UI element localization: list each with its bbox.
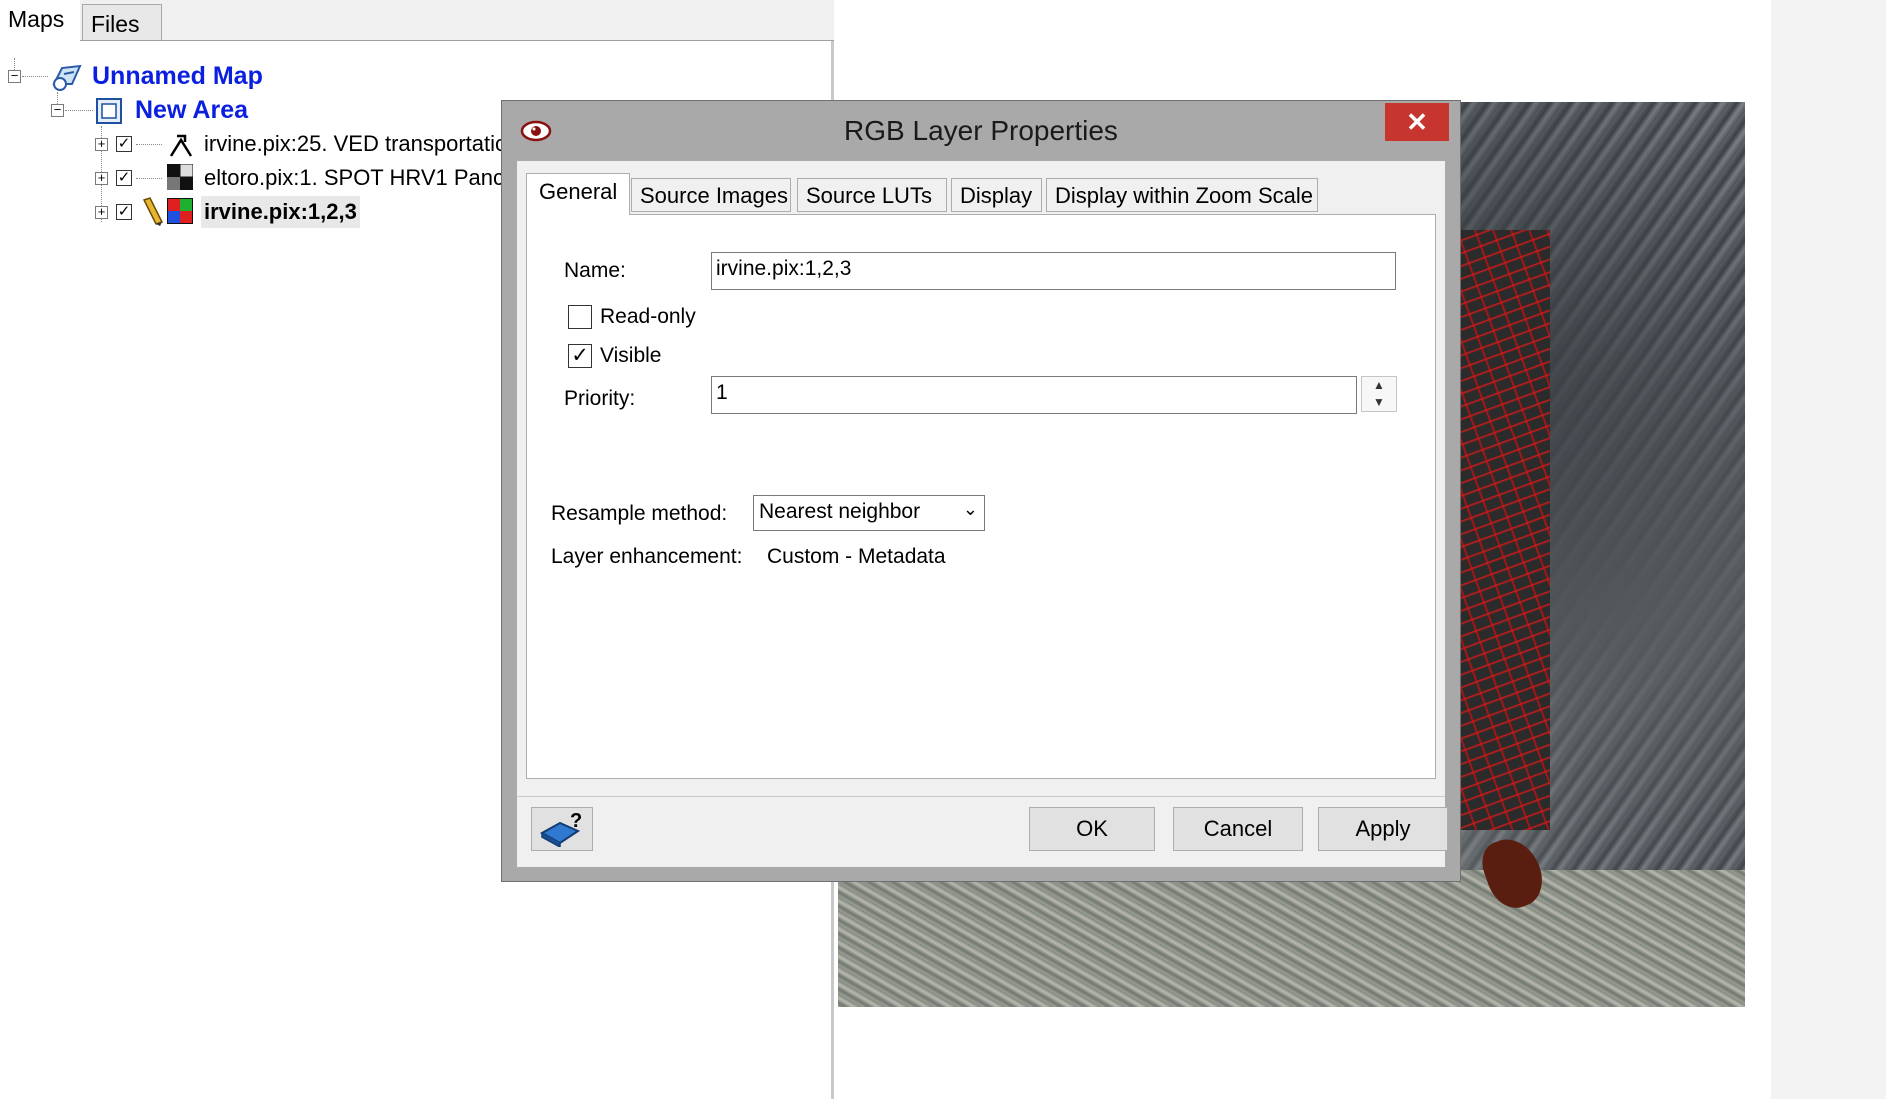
- area-label: New Area: [135, 96, 249, 124]
- tab-source-luts[interactable]: Source LUTs: [797, 178, 947, 212]
- chevron-down-icon[interactable]: ▼: [1362, 394, 1396, 411]
- tab-display[interactable]: Display: [951, 178, 1042, 212]
- ok-button[interactable]: OK: [1029, 807, 1155, 851]
- vector-overlay: [1460, 230, 1550, 830]
- cancel-button[interactable]: Cancel: [1173, 807, 1303, 851]
- priority-stepper[interactable]: ▲ ▼: [1361, 376, 1397, 412]
- visible-label: Visible: [600, 344, 662, 367]
- map-label: Unnamed Map: [92, 62, 263, 90]
- right-margin: [1771, 0, 1886, 1099]
- layer-visibility-checkbox[interactable]: ✓: [116, 170, 132, 186]
- vector-layer-icon: [169, 134, 193, 157]
- footer-divider: [517, 796, 1445, 797]
- layer-label: irvine.pix:25. VED transportation: [204, 131, 520, 156]
- readonly-checkbox[interactable]: [568, 305, 592, 329]
- svg-text:?: ?: [570, 811, 582, 832]
- priority-label: Priority:: [564, 387, 636, 410]
- rgb-layer-icon: [167, 198, 193, 224]
- expand-icon[interactable]: +: [95, 205, 108, 219]
- dialog-titlebar[interactable]: RGB Layer Properties ✕: [502, 101, 1460, 159]
- tab-display-zoom-scale[interactable]: Display within Zoom Scale: [1046, 178, 1318, 212]
- layer-label: eltoro.pix:1. SPOT HRV1 Panch: [204, 165, 517, 190]
- layer-label: irvine.pix:1,2,3: [201, 196, 360, 228]
- chevron-down-icon: ⌄: [962, 499, 978, 519]
- tab-general[interactable]: General: [526, 173, 631, 215]
- rgb-layer-properties-dialog: RGB Layer Properties ✕ General Source Im…: [501, 100, 1461, 882]
- tree-layer-row[interactable]: + ✓ eltoro.pix:1. SPOT HRV1 Panch: [0, 162, 516, 194]
- satellite-image-urban: [838, 870, 1745, 1007]
- visible-checkbox[interactable]: ✓: [568, 344, 592, 368]
- resample-method-value: Nearest neighbor: [759, 500, 921, 523]
- expand-icon[interactable]: +: [95, 171, 108, 185]
- layer-enhancement-value: Custom - Metadata: [767, 545, 946, 568]
- priority-field[interactable]: 1: [711, 376, 1357, 414]
- help-book-icon: ?: [539, 810, 582, 849]
- dialog-body: General Source Images Source LUTs Displa…: [517, 161, 1448, 867]
- pencil-icon: [142, 197, 164, 226]
- readonly-label: Read-only: [600, 305, 696, 328]
- name-label: Name:: [564, 259, 626, 282]
- tree-node-map[interactable]: − Unnamed Map: [0, 60, 300, 92]
- chevron-up-icon[interactable]: ▲: [1362, 377, 1396, 394]
- layer-visibility-checkbox[interactable]: ✓: [116, 204, 132, 220]
- tab-maps[interactable]: Maps: [0, 0, 80, 41]
- map-icon: [52, 64, 82, 91]
- tab-files[interactable]: Files: [82, 4, 162, 40]
- apply-button[interactable]: Apply: [1318, 807, 1448, 851]
- name-field[interactable]: irvine.pix:1,2,3: [711, 252, 1396, 290]
- grayscale-layer-icon: [167, 164, 193, 190]
- help-button[interactable]: ?: [531, 807, 593, 851]
- general-tab-panel: Name: irvine.pix:1,2,3 Read-only ✓ Visib…: [526, 214, 1436, 779]
- collapse-icon[interactable]: −: [8, 69, 21, 83]
- area-icon: [96, 98, 122, 124]
- layer-visibility-checkbox[interactable]: ✓: [116, 136, 132, 152]
- dialog-title: RGB Layer Properties: [844, 115, 1118, 146]
- resample-method-label: Resample method:: [551, 502, 728, 525]
- tree-layer-row[interactable]: + ✓ irvine.pix:25. VED transportation: [0, 128, 520, 160]
- tab-source-images[interactable]: Source Images: [631, 178, 791, 212]
- layer-enhancement-label: Layer enhancement:: [551, 545, 743, 568]
- tree-layer-row[interactable]: + ✓ irvine.pix:1,2,3: [0, 196, 510, 228]
- close-button[interactable]: ✕: [1385, 103, 1449, 141]
- resample-method-select[interactable]: Nearest neighbor ⌄: [753, 495, 985, 531]
- collapse-icon[interactable]: −: [51, 103, 64, 117]
- panel-tabstrip: Maps Files: [0, 0, 834, 41]
- tree-node-area[interactable]: − New Area: [0, 94, 300, 126]
- expand-icon[interactable]: +: [95, 137, 108, 151]
